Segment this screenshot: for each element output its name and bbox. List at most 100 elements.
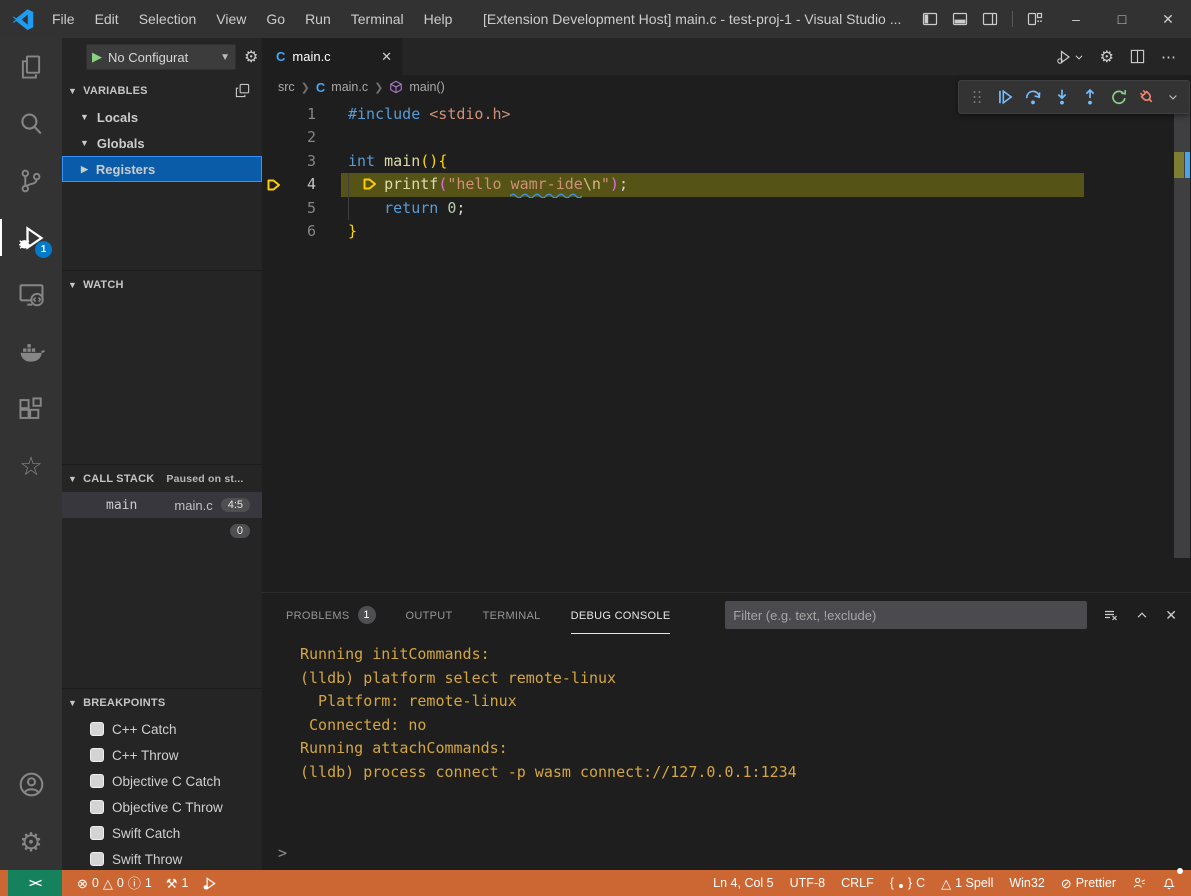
breakpoint-gutter[interactable]	[262, 220, 296, 243]
start-debug-icon[interactable]: ▶	[92, 49, 102, 65]
checkbox-unchecked[interactable]	[90, 748, 104, 762]
code-line[interactable]: 5 return 0;	[262, 197, 1191, 220]
activity-explorer[interactable]	[0, 38, 62, 95]
breakpoint-gutter[interactable]	[262, 173, 296, 196]
formatter-status[interactable]: ⊘ Prettier	[1056, 870, 1121, 896]
tab-main-c[interactable]: C main.c ✕	[262, 38, 402, 75]
breakpoint-cpp-throw[interactable]: C++ Throw	[62, 742, 262, 768]
eol-sequence[interactable]: CRLF	[836, 870, 879, 896]
menu-run[interactable]: Run	[295, 11, 341, 27]
cursor-position[interactable]: Ln 4, Col 5	[708, 870, 778, 896]
remote-indicator[interactable]: ><	[8, 870, 62, 896]
code-line[interactable]: 6}	[262, 220, 1191, 243]
drag-grip-icon[interactable]	[969, 89, 985, 105]
breakpoint-gutter[interactable]	[262, 103, 296, 126]
step-out-button[interactable]	[1081, 88, 1099, 106]
tab-problems[interactable]: PROBLEMS 1	[286, 593, 376, 637]
variables-scope-globals[interactable]: ▼ Globals	[62, 130, 262, 156]
menu-selection[interactable]: Selection	[129, 11, 207, 27]
watch-section-header[interactable]: ▼ WATCH	[62, 272, 262, 298]
customize-layout-icon[interactable]	[1027, 11, 1043, 27]
callstack-frame-row[interactable]: main main.c 4:5	[62, 492, 262, 518]
breakpoint-swift-throw[interactable]: Swift Throw	[62, 846, 262, 870]
breakpoint-gutter[interactable]	[262, 150, 296, 173]
tab-output[interactable]: OUTPUT	[406, 593, 453, 637]
breakpoint-swift-catch[interactable]: Swift Catch	[62, 820, 262, 846]
activity-extensions[interactable]	[0, 380, 62, 437]
menu-view[interactable]: View	[206, 11, 256, 27]
toggle-panel-icon[interactable]	[952, 11, 968, 27]
breakpoint-gutter[interactable]	[262, 126, 296, 149]
console-output[interactable]: Running initCommands:(lldb) platform sel…	[300, 643, 797, 784]
debug-config-dropdown[interactable]: ▶ No Configurat ▼	[86, 44, 236, 70]
close-tab-icon[interactable]: ✕	[381, 49, 392, 65]
callstack-thread-row[interactable]: 0	[62, 518, 262, 544]
maximize-button[interactable]: □	[1099, 0, 1145, 38]
checkbox-unchecked[interactable]	[90, 800, 104, 814]
checkbox-unchecked[interactable]	[90, 826, 104, 840]
menu-help[interactable]: Help	[414, 11, 463, 27]
breakpoint-gutter[interactable]	[262, 197, 296, 220]
maximize-panel-icon[interactable]	[1135, 608, 1149, 622]
menu-terminal[interactable]: Terminal	[341, 11, 414, 27]
callstack-section-header[interactable]: ▼ CALL STACK Paused on st...	[62, 466, 262, 492]
feedback-status[interactable]	[1127, 870, 1151, 896]
breakpoint-cpp-catch[interactable]: C++ Catch	[62, 716, 262, 742]
settings-gear-icon[interactable]: ⚙	[1100, 47, 1114, 67]
toggle-secondary-sidebar-icon[interactable]	[982, 11, 998, 27]
activity-remote-explorer[interactable]	[0, 266, 62, 323]
debug-status[interactable]	[197, 870, 222, 896]
platform-status[interactable]: Win32	[1004, 870, 1049, 896]
menu-go[interactable]: Go	[256, 11, 295, 27]
variables-scope-locals[interactable]: ▼ Locals	[62, 104, 262, 130]
split-editor-icon[interactable]	[1130, 49, 1145, 64]
activity-docker[interactable]	[0, 323, 62, 380]
filter-input[interactable]	[725, 608, 1087, 623]
editor-scrollbar[interactable]	[1174, 112, 1190, 558]
tools-status[interactable]: ⚒ 1	[161, 870, 194, 896]
spell-checker-status[interactable]: △ 1 Spell	[936, 870, 998, 896]
close-panel-icon[interactable]: ✕	[1165, 607, 1177, 624]
breakpoint-objc-catch[interactable]: Objective C Catch	[62, 768, 262, 794]
console-prompt-chevron[interactable]: >	[278, 844, 287, 862]
activity-run-debug[interactable]: 1	[0, 209, 62, 266]
clear-console-icon[interactable]	[1103, 607, 1119, 623]
toggle-sidebar-icon[interactable]	[922, 11, 938, 27]
checkbox-unchecked[interactable]	[90, 774, 104, 788]
code-line[interactable]: 3int main(){	[262, 150, 1191, 173]
code-area[interactable]: 1#include <stdio.h>23int main(){4 printf…	[262, 99, 1191, 243]
tab-terminal[interactable]: TERMINAL	[483, 593, 541, 637]
checkbox-unchecked[interactable]	[90, 852, 104, 866]
breadcrumb-file[interactable]: main.c	[331, 80, 368, 94]
menu-edit[interactable]: Edit	[85, 11, 129, 27]
more-actions-icon[interactable]: ⋯	[1161, 48, 1177, 66]
run-or-debug-button[interactable]	[1056, 49, 1084, 65]
step-into-button[interactable]	[1053, 88, 1071, 106]
notifications-bell[interactable]	[1157, 870, 1181, 896]
language-mode[interactable]: {} C	[885, 870, 930, 896]
variables-section-header[interactable]: ▼ VARIABLES	[62, 78, 262, 104]
chevron-down-icon[interactable]	[1167, 91, 1179, 103]
variables-scope-registers[interactable]: ▶ Registers	[62, 156, 262, 182]
copy-icon[interactable]	[235, 83, 250, 98]
activity-settings[interactable]: ⚙	[0, 813, 62, 870]
restart-button[interactable]	[1110, 88, 1128, 106]
activity-wamr-ide[interactable]: ☆	[0, 437, 62, 494]
disconnect-button[interactable]	[1138, 88, 1156, 106]
minimize-button[interactable]: –	[1053, 0, 1099, 38]
tab-debug-console[interactable]: DEBUG CONSOLE	[571, 593, 671, 637]
breakpoints-section-header[interactable]: ▼ BREAKPOINTS	[62, 690, 262, 716]
continue-button[interactable]	[996, 88, 1014, 106]
encoding[interactable]: UTF-8	[785, 870, 830, 896]
code-line[interactable]: 4 printf("hello wamr-ide\n");	[262, 173, 1191, 196]
step-over-button[interactable]	[1024, 88, 1042, 106]
activity-source-control[interactable]	[0, 152, 62, 209]
breadcrumb-folder[interactable]: src	[278, 80, 295, 94]
checkbox-unchecked[interactable]	[90, 722, 104, 736]
close-button[interactable]: ✕	[1145, 0, 1191, 38]
activity-search[interactable]	[0, 95, 62, 152]
breadcrumb-symbol[interactable]: main()	[409, 80, 444, 94]
code-line[interactable]: 2	[262, 126, 1191, 149]
activity-accounts[interactable]	[0, 756, 62, 813]
configure-gear-icon[interactable]: ⚙	[244, 47, 258, 67]
